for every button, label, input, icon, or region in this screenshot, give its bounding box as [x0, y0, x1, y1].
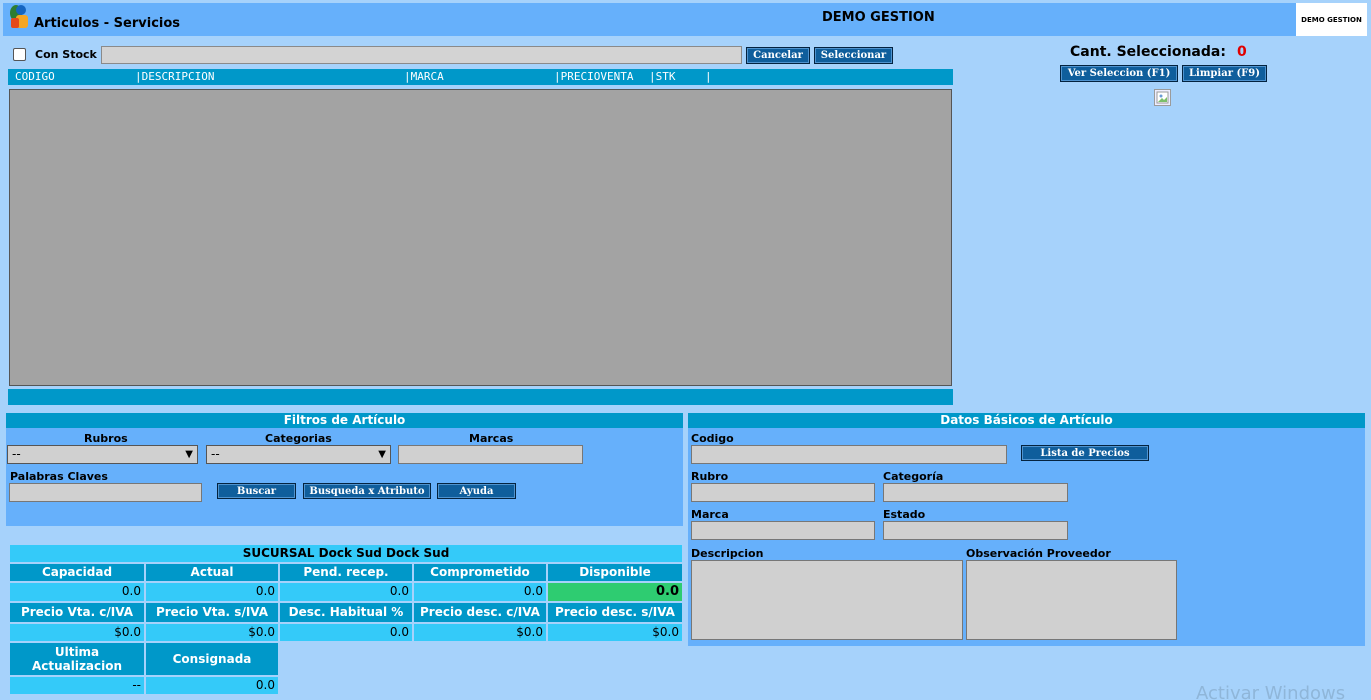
codigo-label: Codigo [691, 432, 734, 445]
results-list-footer [8, 389, 953, 405]
column-header-precioventa[interactable]: |PRECIOVENTA [554, 70, 633, 83]
value-precio-vta-civa: $0.0 [10, 624, 144, 641]
value-consignada: 0.0 [146, 677, 278, 694]
categorias-select[interactable]: -- ▼ [206, 445, 391, 464]
select-button[interactable]: Seleccionar [814, 47, 893, 64]
filters-panel: Filtros de Artículo Rubros -- ▼ Categori… [6, 413, 683, 526]
column-header-marca[interactable]: |MARCA [404, 70, 444, 83]
rubros-select-value: -- [12, 447, 21, 461]
header-precio-desc-siva: Precio desc. s/IVA [548, 603, 682, 622]
header-actual: Actual [146, 564, 278, 581]
value-precio-desc-siva: $0.0 [548, 624, 682, 641]
price-list-button[interactable]: Lista de Precios [1021, 445, 1149, 461]
value-capacidad: 0.0 [10, 583, 144, 601]
con-stock-checkbox[interactable] [13, 48, 26, 61]
header-precio-vta-siva: Precio Vta. s/IVA [146, 603, 278, 622]
search-button[interactable]: Buscar [217, 483, 296, 499]
company-logo: DEMO GESTION [1296, 3, 1367, 36]
chevron-down-icon: ▼ [185, 449, 193, 460]
header-precio-vta-civa: Precio Vta. c/IVA [10, 603, 144, 622]
con-stock-label: Con Stock [35, 48, 97, 61]
rubros-label: Rubros [84, 432, 128, 445]
codigo-field[interactable] [691, 445, 1007, 464]
value-actual: 0.0 [146, 583, 278, 601]
app-logo-icon [8, 4, 32, 30]
header-precio-desc-civa: Precio desc. c/IVA [414, 603, 546, 622]
header-consignada: Consignada [146, 643, 278, 675]
attribute-search-button[interactable]: Busqueda x Atributo [303, 483, 431, 499]
selected-count-label: Cant. Seleccionada: [1070, 44, 1226, 60]
article-panel: Datos Básicos de Artículo Codigo Lista d… [688, 413, 1365, 646]
rubro-label: Rubro [691, 470, 729, 483]
rubro-field[interactable] [691, 483, 875, 502]
column-header-end: | [705, 70, 712, 83]
value-precio-vta-siva: $0.0 [146, 624, 278, 641]
header-ultima-actualizacion: Ultima Actualizacion [10, 643, 144, 675]
activation-watermark: Activar Windows [1196, 683, 1346, 700]
rubros-select[interactable]: -- ▼ [7, 445, 198, 464]
header-comprometido: Comprometido [414, 564, 546, 581]
column-header-stk[interactable]: |STK [649, 70, 676, 83]
categoria-field[interactable] [883, 483, 1068, 502]
window-title: Articulos - Servicios [34, 16, 181, 31]
selected-count-value: 0 [1237, 44, 1247, 60]
value-comprometido: 0.0 [414, 583, 546, 601]
value-disponible: 0.0 [548, 583, 682, 601]
marca-field[interactable] [691, 521, 875, 540]
results-list[interactable] [9, 89, 952, 386]
article-panel-title: Datos Básicos de Artículo [688, 413, 1365, 428]
header-disponible: Disponible [548, 564, 682, 581]
value-ultima-actualizacion: -- [10, 677, 144, 694]
column-header-descripcion[interactable]: |DESCRIPCION [135, 70, 214, 83]
clear-selection-button[interactable]: Limpiar (F9) [1182, 65, 1267, 82]
chevron-down-icon: ▼ [378, 449, 386, 460]
header-capacidad: Capacidad [10, 564, 144, 581]
marca-label: Marca [691, 508, 729, 521]
estado-field[interactable] [883, 521, 1068, 540]
marcas-input[interactable] [398, 445, 583, 464]
column-header-codigo[interactable]: CODIGO [15, 70, 55, 83]
marcas-label: Marcas [469, 432, 514, 445]
search-input[interactable] [101, 46, 742, 64]
observacion-field[interactable] [966, 560, 1177, 640]
header-pend-recep: Pend. recep. [280, 564, 412, 581]
view-selection-button[interactable]: Ver Seleccion (F1) [1060, 65, 1178, 82]
stock-table-title: SUCURSAL Dock Sud Dock Sud [10, 545, 682, 562]
cancel-button[interactable]: Cancelar [746, 47, 810, 64]
keywords-input[interactable] [9, 483, 202, 502]
keywords-label: Palabras Claves [10, 470, 108, 483]
estado-label: Estado [883, 508, 926, 521]
value-precio-desc-civa: $0.0 [414, 624, 546, 641]
value-pend-recep: 0.0 [280, 583, 412, 601]
help-button[interactable]: Ayuda [437, 483, 516, 499]
categoria-label: Categoría [883, 470, 944, 483]
results-list-header: CODIGO |DESCRIPCION |MARCA |PRECIOVENTA … [8, 69, 953, 85]
observacion-label: Observación Proveedor [966, 547, 1111, 560]
title-bar [3, 3, 1367, 36]
descripcion-field[interactable] [691, 560, 963, 640]
company-title: DEMO GESTION [822, 10, 935, 25]
header-desc-habitual: Desc. Habitual % [280, 603, 412, 622]
descripcion-label: Descripcion [691, 547, 764, 560]
broken-image-icon [1154, 89, 1171, 106]
categorias-select-value: -- [211, 447, 220, 461]
value-desc-habitual: 0.0 [280, 624, 412, 641]
categorias-label: Categorias [265, 432, 332, 445]
filters-panel-title: Filtros de Artículo [6, 413, 683, 428]
